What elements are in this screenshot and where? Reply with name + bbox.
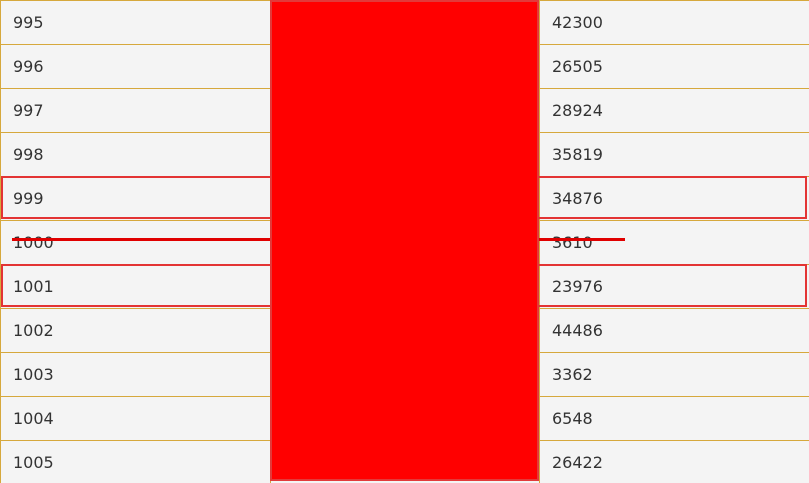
page-root: 995 42300 996 26505 997 28924 998 35819 … <box>0 0 809 483</box>
row-id-cell: 1000 <box>0 220 271 265</box>
row-value-cell: 3610 <box>539 220 809 265</box>
row-value-cell: 35819 <box>539 132 809 177</box>
redaction-block <box>270 0 539 481</box>
row-id-cell: 1002 <box>0 308 271 353</box>
row-id-cell: 996 <box>0 44 271 89</box>
row-value-cell: 28924 <box>539 88 809 133</box>
row-value-cell: 26422 <box>539 440 809 483</box>
row-value-cell: 26505 <box>539 44 809 89</box>
row-value-cell: 34876 <box>539 176 809 221</box>
row-value-cell: 6548 <box>539 396 809 441</box>
row-value-cell: 3362 <box>539 352 809 397</box>
row-id-cell: 999 <box>0 176 271 221</box>
row-id-cell: 998 <box>0 132 271 177</box>
row-id-cell: 1001 <box>0 264 271 309</box>
row-value-cell: 42300 <box>539 0 809 45</box>
row-id-cell: 995 <box>0 0 271 45</box>
row-id-cell: 1005 <box>0 440 271 483</box>
strike-line <box>539 238 625 241</box>
row-value-cell: 44486 <box>539 308 809 353</box>
row-id-cell: 1004 <box>0 396 271 441</box>
row-value-cell: 23976 <box>539 264 809 309</box>
row-id-cell: 1003 <box>0 352 271 397</box>
row-id-cell: 997 <box>0 88 271 133</box>
strike-line <box>12 238 270 241</box>
